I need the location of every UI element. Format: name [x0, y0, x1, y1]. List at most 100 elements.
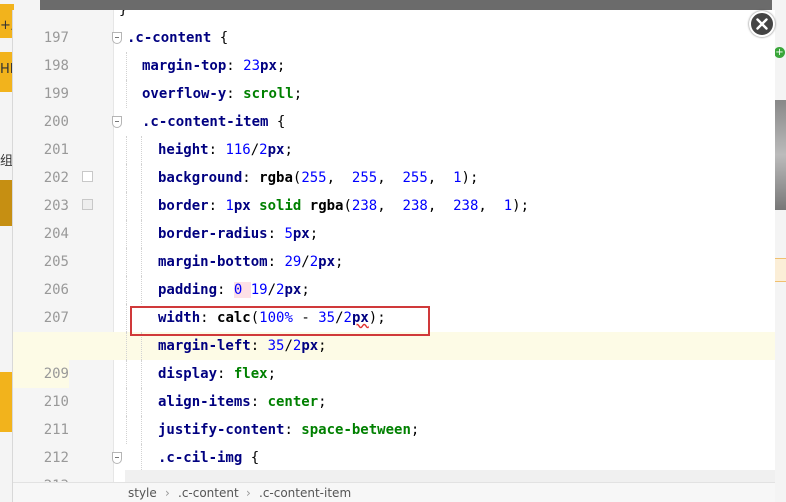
css-keyword: flex	[233, 366, 268, 382]
breadcrumb: style › .c-content › .c-content-item	[13, 482, 775, 502]
code-text: display: flex;	[158, 366, 277, 382]
css-property: overflow-y	[142, 86, 227, 102]
indent-guide	[141, 248, 142, 276]
code-text: padding: 0 19/2px;	[158, 282, 310, 298]
css-number: 255	[402, 170, 428, 186]
css-function: rgba	[259, 170, 293, 186]
code-line[interactable]: 199 margin-top: 23px;	[13, 52, 775, 102]
indent-guide	[141, 388, 142, 416]
css-number: 29	[284, 254, 302, 270]
code-line[interactable]: 204 border: 1px solid rgba(238, 238, 238…	[13, 192, 775, 242]
css-number: 2	[309, 254, 319, 270]
indent-guide	[141, 136, 142, 164]
horizontal-scrollbar[interactable]	[125, 470, 775, 482]
code-line[interactable]: 207 padding: 0 19/2px;	[13, 276, 775, 326]
css-number: 35	[267, 338, 285, 354]
css-keyword: scroll	[243, 86, 294, 102]
code-area[interactable]: 197 } 198 .c-content { 199 margin-top: 2…	[13, 10, 775, 494]
code-line[interactable]: 210 display: flex;	[13, 360, 775, 410]
code-line[interactable]: 198 .c-content {	[13, 24, 775, 74]
indent-guide	[141, 360, 142, 388]
fold-marker-icon[interactable]	[112, 116, 122, 128]
highlight-annotation-box	[130, 306, 430, 336]
brace: {	[242, 450, 260, 466]
indent-guide	[126, 360, 127, 388]
css-selector: .c-content-item	[142, 114, 269, 130]
code-line[interactable]: 212 justify-content: space-between;	[13, 416, 775, 466]
code-line[interactable]: 203 background: rgba(255, 255, 255, 1);	[13, 164, 775, 214]
indent-guide	[126, 388, 127, 416]
code-text: height: 116/2px;	[158, 142, 293, 158]
code-line[interactable]: 213 .c-cil-img {	[13, 444, 775, 494]
brace: {	[211, 30, 229, 46]
indent-guide	[126, 416, 127, 444]
indent-guide	[126, 276, 127, 304]
css-property: margin-left	[158, 338, 251, 354]
code-text: justify-content: space-between;	[158, 422, 420, 438]
breadcrumb-item[interactable]: .c-content-item	[259, 483, 351, 502]
css-selector: .c-cil-img	[158, 450, 243, 466]
css-number: 2	[259, 142, 268, 158]
code-text: margin-bottom: 29/2px;	[158, 254, 344, 270]
code-line[interactable]: 206 margin-bottom: 29/2px;	[13, 248, 775, 298]
css-property: display	[158, 366, 218, 382]
css-number: 1	[225, 198, 234, 214]
indent-guide	[141, 332, 142, 360]
close-icon	[756, 18, 768, 30]
css-unit: px	[318, 254, 336, 270]
indent-guide	[141, 276, 142, 304]
code-text: .c-content-item {	[142, 108, 285, 136]
indent-guide	[126, 164, 127, 192]
breadcrumb-separator-icon: ›	[246, 486, 251, 500]
css-keyword: center	[267, 394, 319, 410]
indent-guide	[126, 80, 127, 108]
css-number: 238	[402, 198, 428, 214]
code-line-current[interactable]: 209 margin-left: 35/2px;	[13, 332, 775, 388]
color-swatch-icon[interactable]	[82, 171, 93, 182]
color-swatch-icon[interactable]	[82, 199, 93, 210]
fold-marker-icon[interactable]	[112, 452, 122, 464]
css-function: rgba	[309, 198, 344, 214]
code-line[interactable]: 202 height: 116/2px;	[13, 136, 775, 186]
css-number: 116	[225, 142, 251, 158]
code-line[interactable]: 200 overflow-y: scroll;	[13, 80, 775, 130]
code-text: background: rgba(255, 255, 255, 1);	[158, 170, 479, 186]
code-text: margin-left: 35/2px;	[158, 338, 327, 354]
code-line[interactable]: 201 .c-content-item {	[13, 108, 775, 158]
code-line[interactable]: 205 border-radius: 5px;	[13, 220, 775, 270]
css-property: padding	[158, 282, 218, 298]
css-unit: px	[301, 338, 319, 354]
breadcrumb-item[interactable]: .c-content	[178, 483, 239, 502]
code-text: align-items: center;	[158, 394, 327, 410]
brace: {	[268, 114, 286, 130]
add-icon: +	[774, 47, 785, 58]
code-text: border-radius: 5px;	[158, 226, 319, 242]
css-keyword: space-between	[301, 422, 411, 438]
css-property: height	[158, 142, 209, 158]
css-unit: px	[284, 282, 302, 298]
code-line[interactable]: 211 align-items: center;	[13, 388, 775, 438]
code-editor-popup[interactable]: 197 } 198 .c-content { 199 margin-top: 2…	[12, 10, 775, 502]
breadcrumb-item[interactable]: style	[128, 483, 157, 502]
css-number: 0	[233, 282, 243, 298]
css-number: 5	[284, 226, 293, 242]
indent-guide	[141, 192, 142, 220]
fold-marker-icon[interactable]	[112, 32, 122, 44]
css-unit: px	[233, 198, 251, 214]
css-number: 255	[351, 170, 378, 186]
css-keyword: solid	[259, 198, 302, 214]
css-unit: px	[267, 142, 285, 158]
indent-guide	[126, 220, 127, 248]
highlighted-token: 0	[233, 282, 251, 298]
css-unit: px	[292, 226, 310, 242]
code-text: border: 1px solid rgba(238, 238, 238, 1)…	[158, 198, 529, 214]
css-property: align-items	[158, 394, 251, 410]
css-number: 238	[453, 198, 479, 214]
close-button[interactable]	[749, 11, 775, 37]
css-number: 23	[243, 58, 261, 74]
css-number: 255	[301, 170, 327, 186]
css-property: border	[158, 198, 209, 214]
css-property: background	[158, 170, 243, 186]
code-text: }	[119, 10, 128, 18]
code-line[interactable]: 197 }	[13, 10, 775, 46]
